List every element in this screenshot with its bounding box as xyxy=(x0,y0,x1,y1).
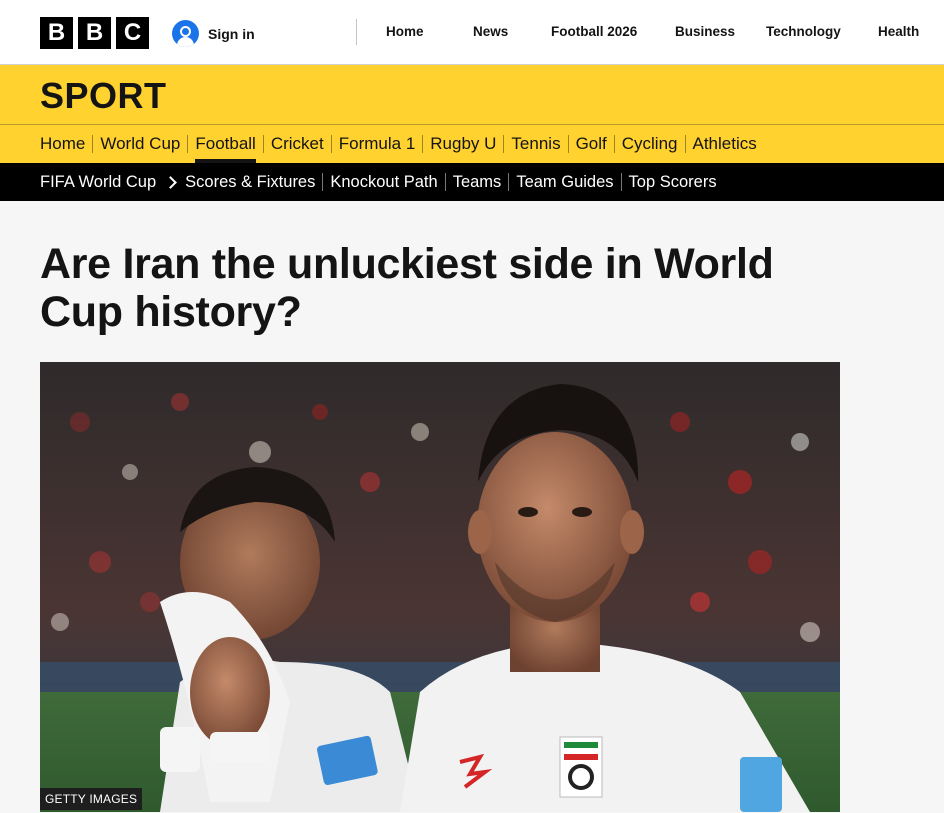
sport-nav-football[interactable]: Football xyxy=(195,125,257,163)
sport-nav-golf[interactable]: Golf xyxy=(576,125,607,163)
nav-separator xyxy=(187,135,189,153)
global-nav-football-2026[interactable]: Football 2026 xyxy=(551,24,637,39)
account-icon xyxy=(172,20,199,47)
bbc-logo-block: C xyxy=(116,17,149,49)
image-credit: GETTY IMAGES xyxy=(40,788,143,810)
sport-nav-tennis[interactable]: Tennis xyxy=(511,125,560,163)
nav-separator xyxy=(503,135,505,153)
global-nav-health[interactable]: Health xyxy=(878,24,919,39)
subnav-team-guides[interactable]: Team Guides xyxy=(516,173,613,192)
nav-separator xyxy=(567,135,569,153)
global-nav-news[interactable]: News xyxy=(473,24,508,39)
nav-separator xyxy=(444,173,446,191)
bbc-logo[interactable]: B B C xyxy=(40,17,149,49)
world-cup-subnav: FIFA World Cup Scores & Fixtures Knockou… xyxy=(0,163,944,201)
bbc-logo-block: B xyxy=(78,17,111,49)
sport-nav-rugby-u[interactable]: Rugby U xyxy=(430,125,496,163)
nav-separator xyxy=(92,135,94,153)
bbc-logo-block: B xyxy=(40,17,73,49)
chevron-right-icon xyxy=(164,175,178,189)
sign-in-label: Sign in xyxy=(208,25,255,42)
global-nav: Home News Football 2026 Business Technol… xyxy=(357,0,944,64)
sport-nav-world-cup[interactable]: World Cup xyxy=(100,125,180,163)
section-title[interactable]: SPORT xyxy=(40,75,167,117)
nav-separator xyxy=(262,135,264,153)
nav-separator xyxy=(620,173,622,191)
nav-separator xyxy=(422,135,424,153)
subnav-scores-fixtures[interactable]: Scores & Fixtures xyxy=(185,173,315,192)
nav-separator xyxy=(508,173,510,191)
sport-nav-home[interactable]: Home xyxy=(40,125,85,163)
sport-nav-athletics[interactable]: Athletics xyxy=(693,125,757,163)
subnav-top-scorers[interactable]: Top Scorers xyxy=(629,173,717,192)
sign-in-button[interactable]: Sign in xyxy=(172,20,255,47)
global-header: B B C Sign in Home News Football 2026 Bu… xyxy=(0,0,944,65)
article-hero-image xyxy=(40,362,840,812)
nav-separator xyxy=(322,173,324,191)
sport-nav-cycling[interactable]: Cycling xyxy=(622,125,678,163)
subnav-parent-link[interactable]: FIFA World Cup xyxy=(40,173,156,192)
global-nav-technology[interactable]: Technology xyxy=(766,24,841,39)
subnav-teams[interactable]: Teams xyxy=(453,173,502,192)
hero-photo xyxy=(40,362,840,812)
sport-nav: Home World Cup Football Cricket Formula … xyxy=(0,125,944,163)
nav-separator xyxy=(330,135,332,153)
global-nav-business[interactable]: Business xyxy=(675,24,735,39)
sport-nav-cricket[interactable]: Cricket xyxy=(271,125,324,163)
article-headline: Are Iran the unluckiest side in World Cu… xyxy=(40,240,774,336)
sport-nav-formula-1[interactable]: Formula 1 xyxy=(339,125,416,163)
global-nav-home[interactable]: Home xyxy=(386,24,424,39)
nav-separator xyxy=(684,135,686,153)
sport-header: SPORT xyxy=(0,65,944,125)
subnav-knockout-path[interactable]: Knockout Path xyxy=(330,173,437,192)
nav-separator xyxy=(613,135,615,153)
